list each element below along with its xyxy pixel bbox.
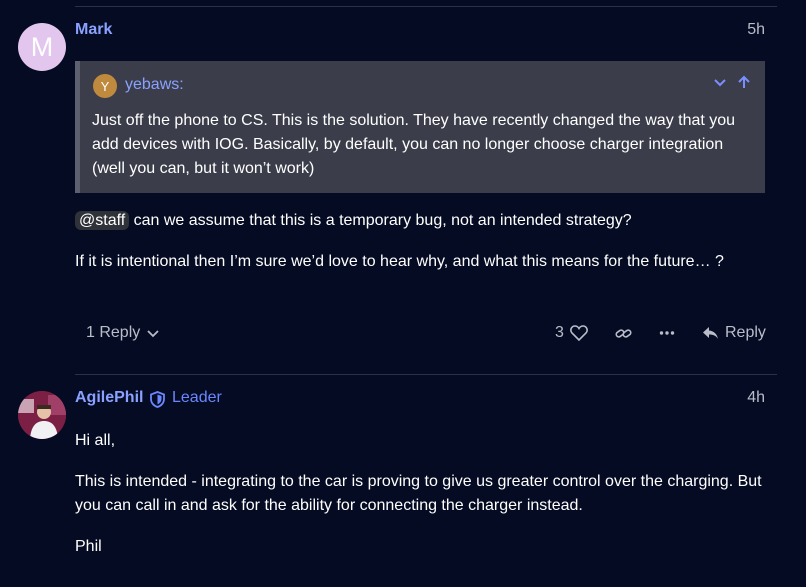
avatar-letter: M (30, 31, 54, 62)
like-count: 3 (555, 324, 564, 341)
reply-label: Reply (725, 324, 766, 341)
post-body: This is intended - integrating to the ca… (75, 473, 762, 514)
user-title[interactable]: Leader (172, 389, 222, 407)
shield-icon (150, 391, 165, 413)
quote-username[interactable]: yebaws: (125, 76, 184, 94)
quote-block: Y yebaws: Just off the phone to CS. This… (75, 61, 765, 193)
avatar[interactable] (18, 391, 66, 439)
link-icon (615, 326, 632, 341)
heart-icon (570, 325, 588, 341)
post-time[interactable]: 5h (747, 21, 765, 39)
copy-link-button[interactable] (615, 326, 632, 341)
reply-arrow-icon (702, 326, 719, 340)
reply-button[interactable]: Reply (702, 324, 766, 342)
more-options-button[interactable] (659, 326, 675, 340)
replies-toggle[interactable]: 1 Reply (86, 324, 159, 342)
chevron-down-icon (147, 327, 159, 339)
replies-label: 1 Reply (86, 324, 141, 341)
post-body-line2: If it is intentional then I’m sure we’d … (75, 253, 724, 270)
chevron-down-icon[interactable] (713, 75, 727, 93)
ellipsis-icon (659, 326, 675, 340)
like-button[interactable]: 3 (555, 324, 588, 342)
quote-text: Just off the phone to CS. This is the so… (92, 112, 736, 177)
post-divider (75, 374, 777, 375)
arrow-up-icon[interactable] (737, 75, 751, 93)
quote-avatar-letter: Y (100, 78, 110, 94)
mention-staff[interactable]: @staff (75, 211, 130, 230)
top-divider (75, 6, 777, 7)
post-body-line1-text: can we assume that this is a temporary b… (129, 212, 632, 229)
quote-avatar[interactable]: Y (93, 74, 117, 98)
avatar[interactable]: M (18, 23, 66, 71)
post-body-line1: @staff can we assume that this is a temp… (75, 209, 632, 233)
post-greeting: Hi all, (75, 432, 116, 449)
post-time[interactable]: 4h (747, 389, 765, 407)
username[interactable]: Mark (75, 21, 112, 39)
post-signoff: Phil (75, 538, 102, 555)
username[interactable]: AgilePhil (75, 389, 143, 407)
